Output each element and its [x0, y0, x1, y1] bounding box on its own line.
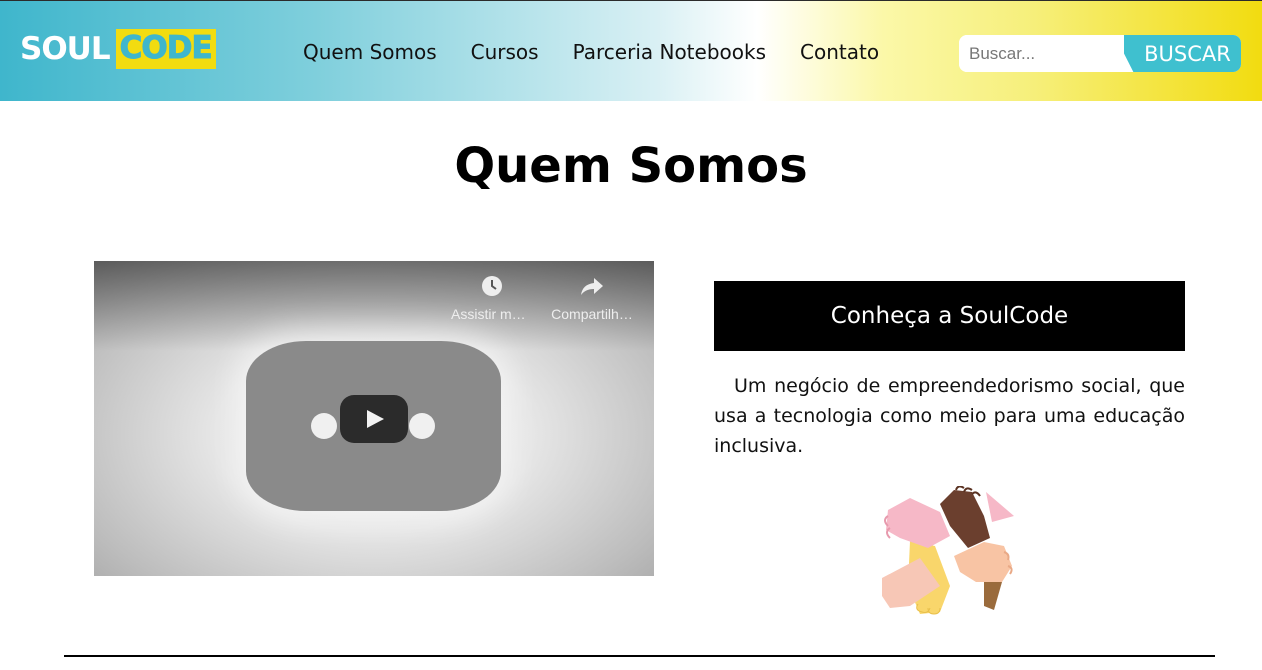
soulcode-logo[interactable]: SOUL CODE	[20, 29, 216, 69]
logo-soul-text: SOUL	[20, 31, 111, 67]
play-button[interactable]	[340, 395, 408, 443]
nav-cursos[interactable]: Cursos	[471, 39, 539, 65]
about-description: Um negócio de empreendedorismo social, q…	[714, 375, 1185, 457]
share-button[interactable]: Compartilh…	[547, 273, 637, 322]
search-bar: BUSCAR	[959, 35, 1241, 72]
page-title: Quem Somos	[454, 138, 808, 194]
nav-contato[interactable]: Contato	[800, 39, 879, 65]
clock-icon	[447, 273, 537, 299]
share-icon	[547, 273, 637, 299]
share-label: Compartilh…	[551, 306, 633, 322]
section-divider	[64, 655, 1215, 657]
nav-parceria-notebooks[interactable]: Parceria Notebooks	[573, 39, 766, 65]
thumbnail-dot-right	[409, 413, 435, 439]
meet-soulcode-banner: Conheça a SoulCode	[714, 281, 1185, 351]
search-button[interactable]: BUSCAR	[1124, 35, 1241, 72]
watch-later-button[interactable]: Assistir ma…	[447, 273, 537, 322]
logo-code-text: CODE	[115, 29, 216, 69]
nav-quem-somos[interactable]: Quem Somos	[303, 39, 437, 65]
video-player[interactable]: Assistir ma… Compartilh…	[94, 261, 654, 576]
search-input[interactable]	[959, 35, 1134, 72]
watch-later-label: Assistir ma…	[451, 306, 533, 322]
site-header: SOUL CODE Quem Somos Cursos Parceria Not…	[0, 0, 1262, 101]
thumbnail-dot-left	[311, 413, 337, 439]
main-nav: Quem Somos Cursos Parceria Notebooks Con…	[303, 39, 913, 65]
hands-together-icon	[880, 485, 1020, 616]
